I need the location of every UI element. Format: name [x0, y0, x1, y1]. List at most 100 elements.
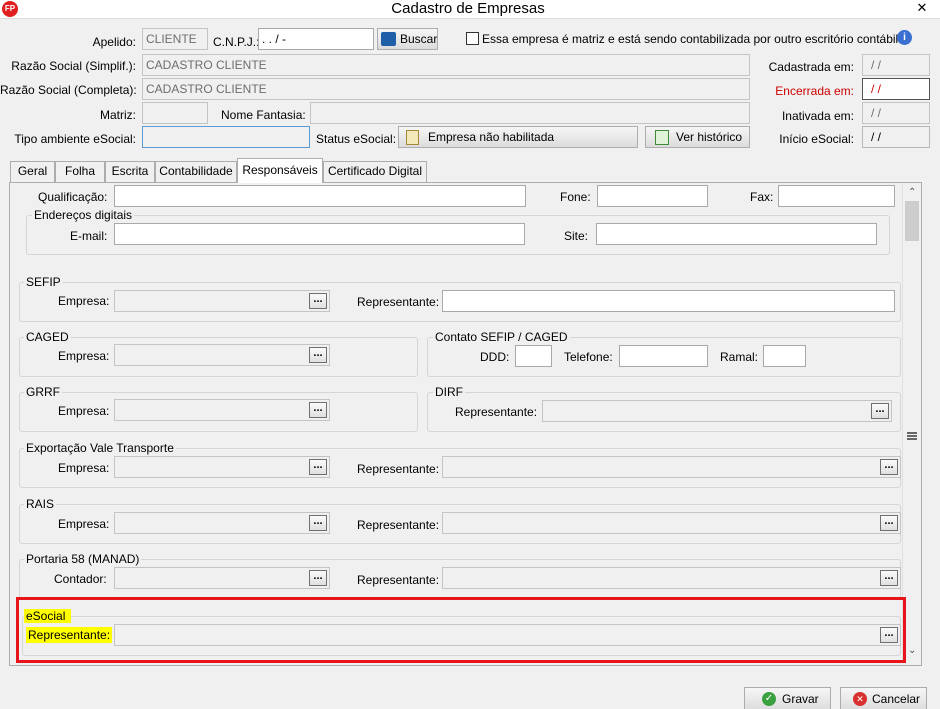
esocial-representante-field[interactable]: ...	[114, 624, 901, 646]
info-icon[interactable]: i	[897, 30, 912, 45]
encerrada-label: Encerrada em:	[775, 84, 854, 98]
caged-empresa-lookup-button[interactable]: ...	[309, 347, 327, 363]
grrf-empresa-lookup-button[interactable]: ...	[309, 402, 327, 418]
grip-line	[907, 435, 917, 437]
rais-empresa-lookup-button[interactable]: ...	[309, 515, 327, 531]
telefone-label: Telefone:	[564, 350, 613, 364]
ramal-field[interactable]	[763, 345, 806, 367]
inativada-label: Inativada em:	[781, 109, 854, 123]
tab-contabilidade[interactable]: Contabilidade	[155, 161, 237, 182]
grrf-empresa-field[interactable]: ...	[114, 399, 330, 421]
tab-geral[interactable]: Geral	[10, 161, 55, 182]
rais-empresa-label: Empresa:	[58, 517, 110, 531]
vertical-scrollbar[interactable]: ⌃ ⌄	[902, 184, 920, 664]
portaria-representante-field[interactable]: ...	[442, 567, 901, 589]
tipo-ambiente-field[interactable]	[142, 126, 310, 148]
vale-representante-label: Representante:	[357, 462, 440, 476]
encerrada-field[interactable]: / /	[862, 78, 930, 100]
ver-historico-button[interactable]: Ver histórico	[645, 126, 750, 148]
caged-empresa-label: Empresa:	[58, 349, 110, 363]
rais-representante-field[interactable]: ...	[442, 512, 901, 534]
cancel-icon: ✕	[853, 692, 867, 706]
nome-fantasia-label: Nome Fantasia:	[221, 108, 306, 122]
close-icon[interactable]: ✕	[908, 0, 936, 17]
tipo-ambiente-label: Tipo ambiente eSocial:	[14, 132, 136, 146]
matriz-checkbox[interactable]	[466, 32, 479, 45]
email-field[interactable]	[114, 223, 525, 245]
site-field[interactable]	[596, 223, 877, 245]
tab-responsaveis[interactable]: Responsáveis	[237, 158, 323, 183]
search-icon	[381, 32, 396, 46]
ddd-label: DDD:	[480, 350, 510, 364]
dirf-representante-field[interactable]: ...	[542, 400, 892, 422]
qualificacao-label: Qualificação:	[38, 190, 108, 204]
contador-label: Contador:	[54, 572, 107, 586]
tab-escrita[interactable]: Escrita	[105, 161, 155, 182]
contador-field[interactable]: ...	[114, 567, 330, 589]
fax-field[interactable]	[778, 185, 895, 207]
vale-empresa-label: Empresa:	[58, 461, 110, 475]
caged-empresa-field[interactable]: ...	[114, 344, 330, 366]
cancelar-button[interactable]: ✕ Cancelar	[840, 687, 927, 709]
sefip-representante-label: Representante:	[357, 295, 440, 309]
vale-representante-field[interactable]: ...	[442, 456, 901, 478]
inativada-field[interactable]: / /	[862, 102, 930, 124]
vale-empresa-field[interactable]: ...	[114, 456, 330, 478]
rais-title: RAIS	[24, 497, 57, 511]
razao-simpl-label: Razão Social (Simplif.):	[11, 59, 136, 73]
enderecos-title: Endereços digitais	[32, 208, 135, 222]
scroll-up-icon[interactable]: ⌃	[908, 188, 916, 198]
esocial-representante-label: Representante:	[26, 627, 113, 643]
esocial-representante-lookup-button[interactable]: ...	[880, 627, 898, 643]
buscar-button[interactable]: Buscar	[377, 28, 438, 50]
caged-title: CAGED	[24, 330, 71, 344]
razao-comp-field[interactable]: CADASTRO CLIENTE	[142, 78, 750, 100]
dirf-title: DIRF	[433, 385, 465, 399]
email-label: E-mail:	[70, 229, 108, 243]
razao-comp-label: Razão Social (Completa):	[0, 83, 137, 97]
dirf-representante-lookup-button[interactable]: ...	[871, 403, 889, 419]
apelido-label: Apelido:	[92, 35, 136, 49]
ramal-label: Ramal:	[720, 350, 759, 364]
rais-empresa-field[interactable]: ...	[114, 512, 330, 534]
sefip-empresa-field[interactable]: ...	[114, 290, 330, 312]
history-icon	[655, 130, 669, 145]
inicio-esocial-field[interactable]: / /	[862, 126, 930, 148]
check-icon: ✓	[762, 692, 776, 706]
matriz-label: Matriz:	[100, 108, 136, 122]
rais-representante-lookup-button[interactable]: ...	[880, 515, 898, 531]
ddd-field[interactable]	[515, 345, 552, 367]
vale-empresa-lookup-button[interactable]: ...	[309, 459, 327, 475]
sefip-empresa-lookup-button[interactable]: ...	[309, 293, 327, 309]
qualificacao-field[interactable]	[114, 185, 526, 207]
sefip-representante-field[interactable]	[442, 290, 895, 312]
sefip-title: SEFIP	[24, 275, 63, 289]
contador-lookup-button[interactable]: ...	[309, 570, 327, 586]
esocial-title: eSocial	[24, 609, 72, 623]
window-title: Cadastro de Empresas	[391, 0, 545, 17]
matriz-field[interactable]	[142, 102, 208, 124]
vale-transporte-title: Exportação Vale Transporte	[24, 441, 176, 455]
gravar-button[interactable]: ✓ Gravar	[744, 687, 831, 709]
cnpj-label: C.N.P.J.:	[213, 35, 260, 49]
inicio-esocial-label: Início eSocial:	[779, 132, 854, 146]
tab-certificado-digital[interactable]: Certificado Digital	[323, 161, 427, 182]
portaria-representante-lookup-button[interactable]: ...	[880, 570, 898, 586]
matriz-checkbox-label: Essa empresa é matriz e está sendo conta…	[482, 32, 899, 46]
fone-field[interactable]	[597, 185, 708, 207]
cnpj-field[interactable]: . . / -	[258, 28, 374, 50]
nome-fantasia-field[interactable]	[310, 102, 750, 124]
razao-simpl-field[interactable]: CADASTRO CLIENTE	[142, 54, 750, 76]
vale-representante-lookup-button[interactable]: ...	[880, 459, 898, 475]
scroll-thumb[interactable]	[905, 201, 919, 241]
site-label: Site:	[564, 229, 589, 243]
grrf-empresa-label: Empresa:	[58, 404, 110, 418]
tab-folha[interactable]: Folha	[55, 161, 105, 182]
status-esocial-field[interactable]: Empresa não habilitada	[398, 126, 638, 148]
scroll-down-icon[interactable]: ⌄	[908, 646, 916, 656]
sefip-empresa-label: Empresa:	[58, 294, 110, 308]
cadastrada-field[interactable]: / /	[862, 54, 930, 76]
telefone-field[interactable]	[619, 345, 708, 367]
apelido-field[interactable]: CLIENTE	[142, 28, 208, 50]
rais-representante-label: Representante:	[357, 518, 440, 532]
